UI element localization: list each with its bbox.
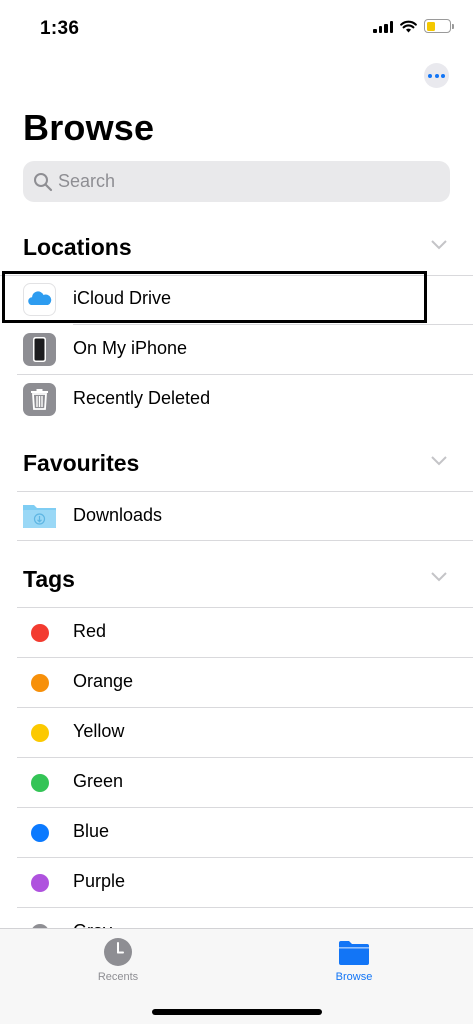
location-item-on-my-iphone[interactable]: On My iPhone	[0, 325, 473, 375]
tab-label: Browse	[335, 971, 373, 983]
divider	[17, 540, 473, 541]
location-label: Recently Deleted	[73, 388, 211, 408]
tab-recents[interactable]: Recents	[73, 937, 163, 997]
tag-color-dot	[31, 624, 49, 642]
iphone-icon	[23, 333, 56, 366]
page-title: Browse	[23, 107, 155, 148]
tags-title: Tags	[23, 566, 75, 592]
tab-browse[interactable]: Browse	[309, 937, 399, 997]
status-bar: 1:36	[0, 0, 473, 52]
wifi-icon	[400, 20, 417, 32]
tag-item-green[interactable]: Green	[0, 758, 473, 808]
selection-highlight	[2, 271, 427, 323]
tag-item-orange[interactable]: Orange	[0, 658, 473, 708]
downloads-folder-icon	[23, 505, 56, 528]
search-icon	[34, 172, 53, 191]
tag-color-dot	[31, 674, 49, 692]
tag-label: Green	[73, 771, 124, 791]
favourite-label: Downloads	[73, 505, 163, 525]
tag-label: Blue	[73, 821, 110, 841]
home-indicator	[152, 1009, 322, 1015]
tags-section-header[interactable]: Tags	[23, 562, 450, 602]
status-icons	[373, 19, 454, 33]
status-time: 1:36	[40, 18, 80, 39]
search-input[interactable]	[58, 171, 418, 192]
trash-icon	[23, 383, 56, 416]
chevron-down-icon[interactable]	[431, 456, 447, 466]
tag-color-dot	[31, 724, 49, 742]
tag-color-dot	[31, 824, 49, 842]
tab-label: Recents	[97, 971, 139, 983]
chevron-down-icon[interactable]	[431, 240, 447, 250]
location-label: On My iPhone	[73, 338, 188, 358]
cellular-signal-icon	[373, 20, 393, 33]
clock-icon	[104, 938, 132, 966]
locations-section-header[interactable]: Locations	[23, 230, 450, 270]
location-item-recently-deleted[interactable]: Recently Deleted	[0, 375, 473, 425]
locations-title: Locations	[23, 234, 132, 260]
favourites-title: Favourites	[23, 450, 140, 476]
favourites-section-header[interactable]: Favourites	[23, 446, 450, 486]
chevron-down-icon[interactable]	[431, 572, 447, 582]
tag-item-purple[interactable]: Purple	[0, 858, 473, 908]
tag-label: Purple	[73, 871, 126, 891]
favourite-item-downloads[interactable]: Downloads	[0, 492, 473, 542]
tag-label: Yellow	[73, 721, 125, 741]
tag-item-blue[interactable]: Blue	[0, 808, 473, 858]
battery-icon	[424, 19, 454, 33]
tag-color-dot	[31, 774, 49, 792]
tag-label: Orange	[73, 671, 134, 691]
tag-color-dot	[31, 874, 49, 892]
folder-icon	[339, 941, 369, 965]
tag-label: Red	[73, 621, 107, 641]
search-bar[interactable]	[23, 161, 450, 202]
more-options-button[interactable]	[424, 63, 449, 88]
tag-item-red[interactable]: Red	[0, 608, 473, 658]
tag-item-yellow[interactable]: Yellow	[0, 708, 473, 758]
